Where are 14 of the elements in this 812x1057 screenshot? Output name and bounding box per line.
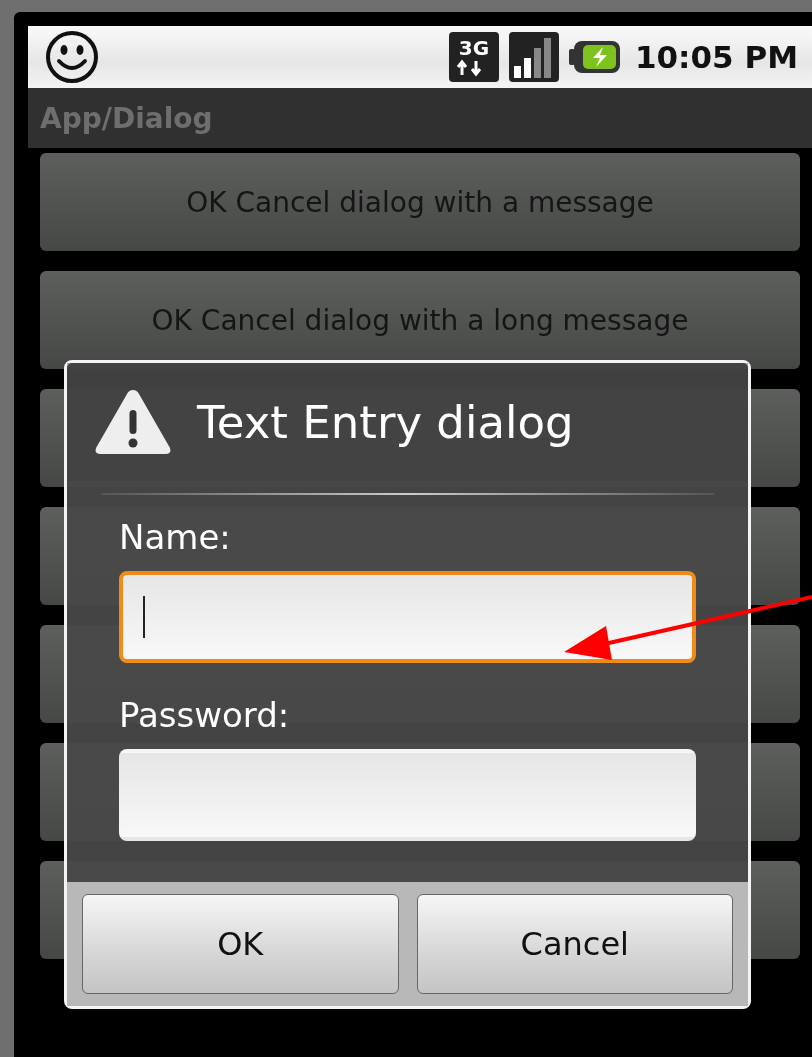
signal-icon <box>508 32 559 82</box>
input-field[interactable] <box>119 571 696 663</box>
field-label: Password: <box>119 694 290 737</box>
dialog-button[interactable]: Cancel <box>416 894 733 994</box>
smiley-icon <box>44 29 100 85</box>
field-label: Name: <box>119 516 231 559</box>
screen-title: App/Dialog <box>40 101 213 135</box>
clock-time: 10:05 PM <box>634 39 798 75</box>
text-cursor <box>143 596 145 638</box>
dialog-button[interactable]: OK <box>82 894 399 994</box>
input-field[interactable] <box>119 749 696 841</box>
network-indicator: 3G <box>448 32 499 82</box>
dialog-title: Text Entry dialog <box>197 395 574 449</box>
battery-charging-icon <box>568 39 621 75</box>
